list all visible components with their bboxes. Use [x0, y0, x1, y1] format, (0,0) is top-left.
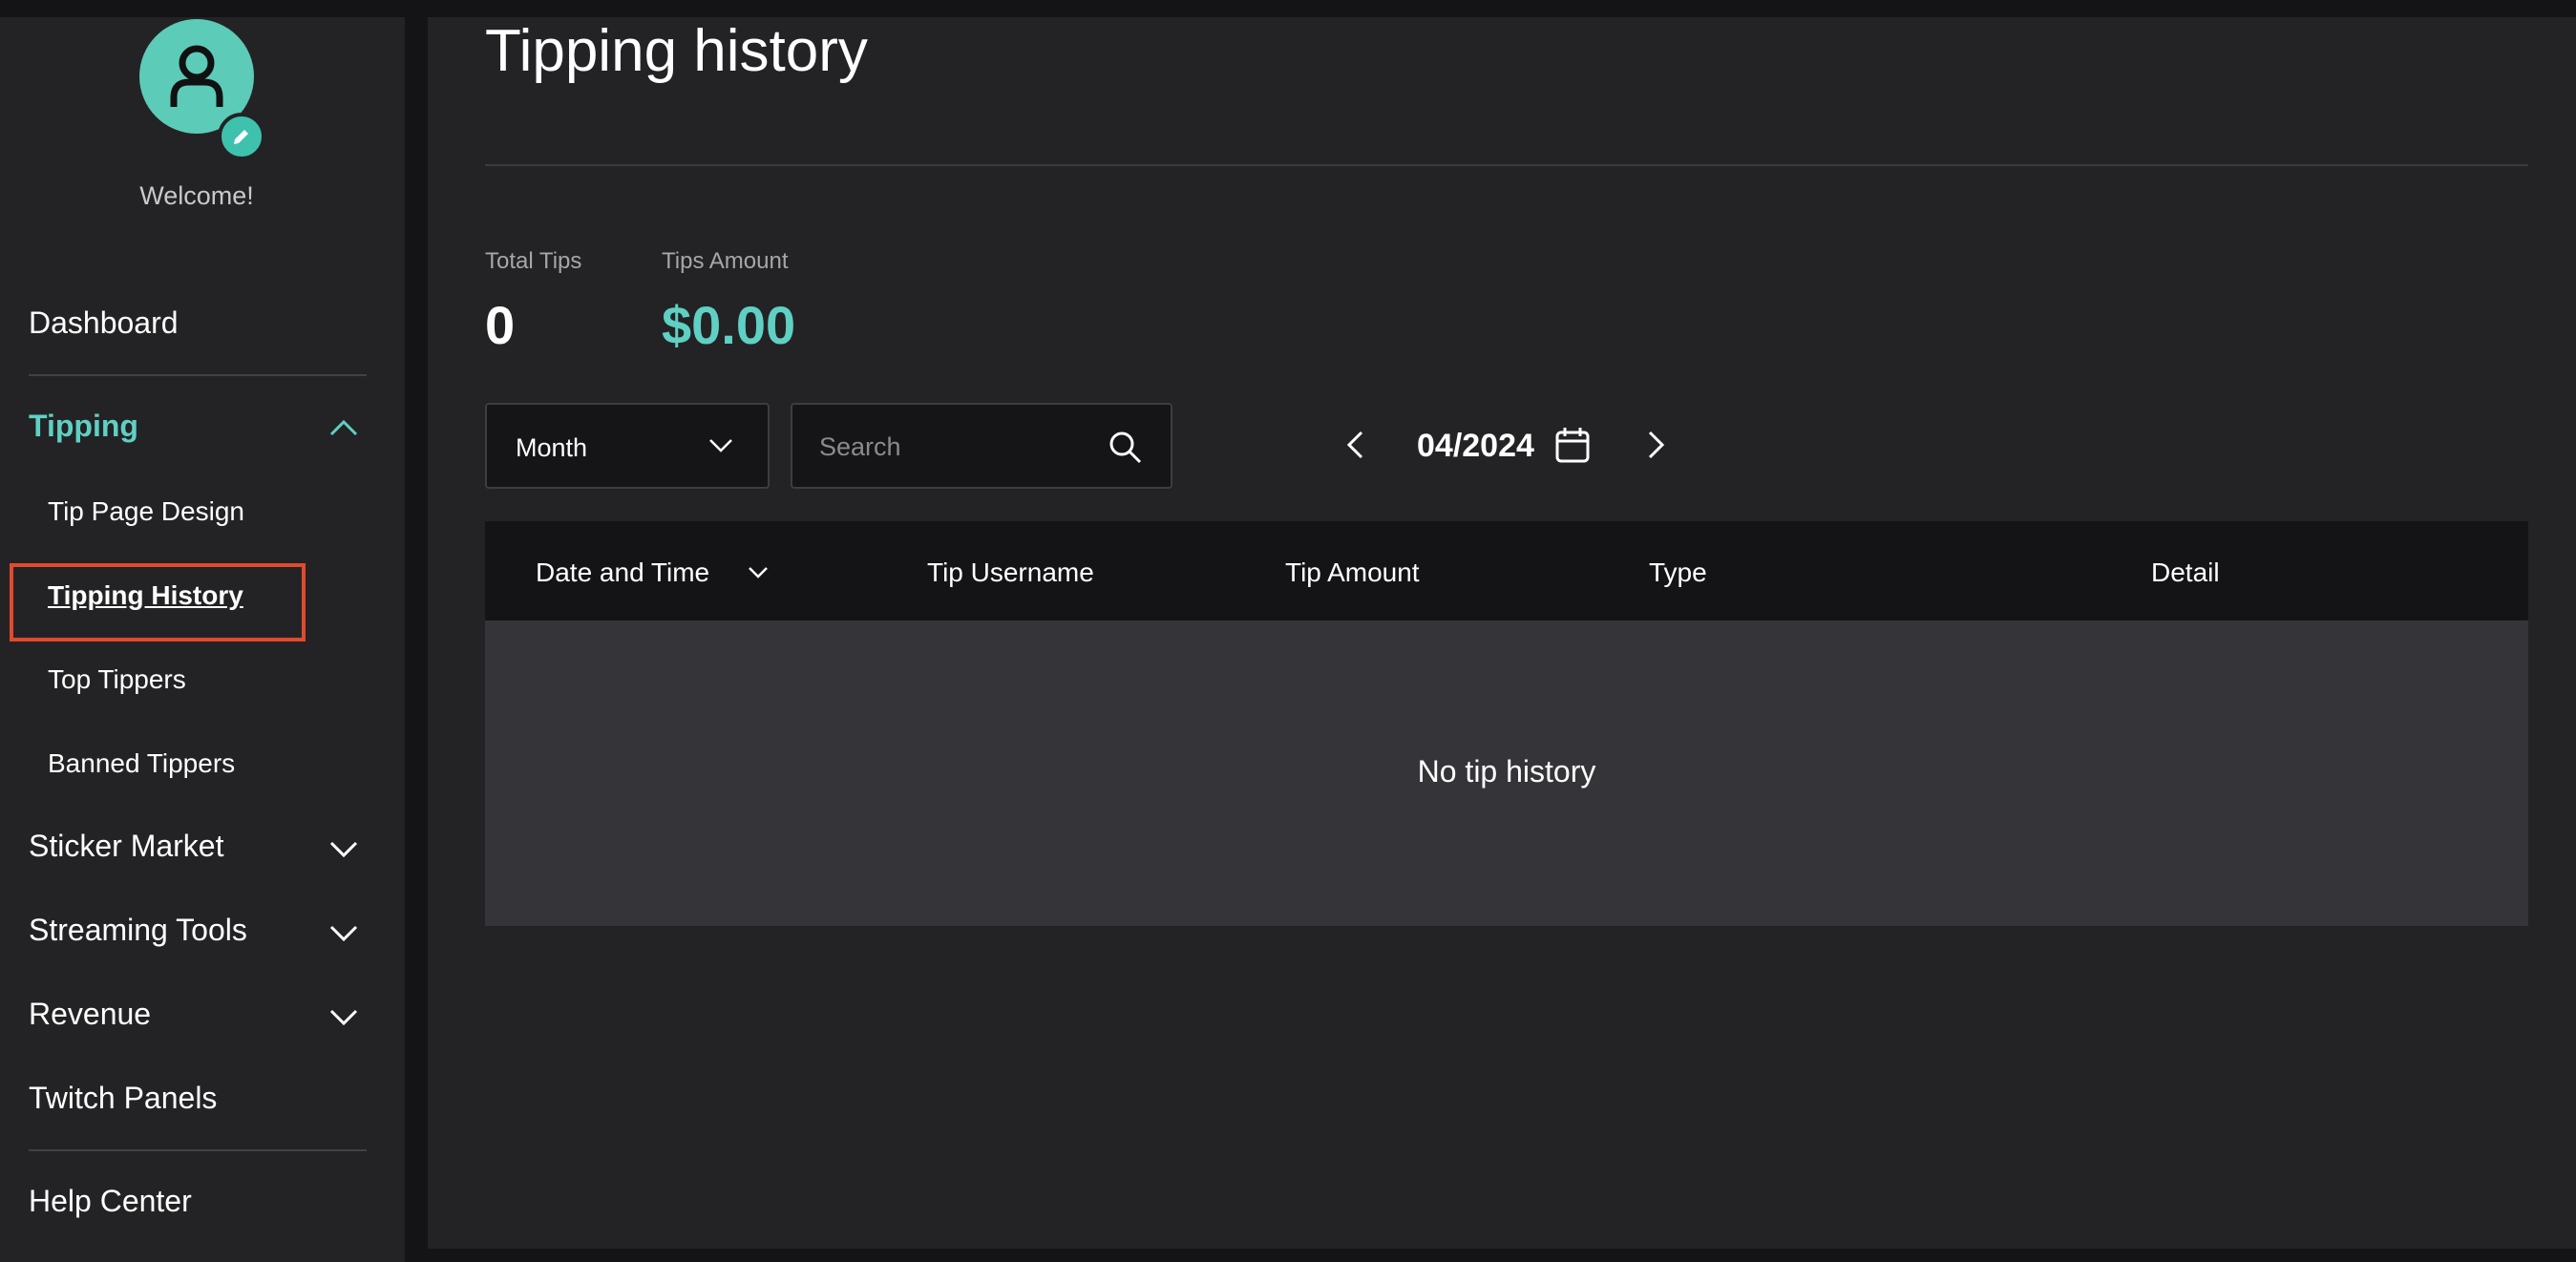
- sidebar-item-revenue[interactable]: Revenue: [29, 997, 151, 1032]
- divider: [29, 1149, 367, 1151]
- search-input[interactable]: [819, 426, 1106, 468]
- sidebar-item-help-center[interactable]: Help Center: [29, 1184, 192, 1219]
- edit-avatar-button[interactable]: [218, 113, 265, 160]
- main-panel: Tipping history Total Tips 0 Tips Amount…: [428, 17, 2576, 1249]
- divider: [29, 374, 367, 376]
- empty-state-message: No tip history: [1417, 754, 1596, 789]
- period-select-value: Month: [516, 433, 588, 462]
- calendar-icon[interactable]: [1554, 426, 1591, 464]
- chevron-down-icon: [709, 439, 732, 452]
- column-date-and-time[interactable]: Date and Time: [536, 557, 709, 588]
- table-body: No tip history: [485, 620, 2528, 926]
- chevron-down-icon[interactable]: [328, 924, 359, 943]
- sidebar-item-tipping[interactable]: Tipping: [29, 409, 138, 444]
- column-type: Type: [1649, 557, 1707, 587]
- sidebar-item-sticker-market[interactable]: Sticker Market: [29, 829, 223, 864]
- sidebar-item-tip-page-design[interactable]: Tip Page Design: [48, 496, 244, 527]
- column-tip-amount: Tip Amount: [1285, 557, 1420, 587]
- chevron-down-icon[interactable]: [328, 1008, 359, 1027]
- column-tip-username: Tip Username: [927, 557, 1094, 587]
- sidebar-item-dashboard[interactable]: Dashboard: [29, 305, 179, 341]
- sidebar-item-streaming-tools[interactable]: Streaming Tools: [29, 913, 247, 948]
- chevron-down-icon[interactable]: [748, 565, 769, 580]
- search-field[interactable]: [791, 403, 1172, 489]
- search-icon[interactable]: [1108, 430, 1144, 466]
- welcome-text: Welcome!: [139, 181, 254, 210]
- pencil-icon: [234, 130, 248, 144]
- current-date: 04/2024: [1417, 428, 1534, 464]
- sidebar: Welcome! Dashboard Tipping Tip Page Desi…: [0, 17, 405, 1262]
- chevron-up-icon[interactable]: [328, 418, 359, 437]
- sidebar-item-top-tippers[interactable]: Top Tippers: [48, 664, 186, 695]
- sidebar-item-twitch-panels[interactable]: Twitch Panels: [29, 1081, 217, 1116]
- tips-amount-value: $0.00: [662, 295, 796, 355]
- divider: [485, 164, 2528, 166]
- chevron-left-icon[interactable]: [1344, 430, 1365, 460]
- sidebar-item-tipping-history[interactable]: Tipping History: [48, 580, 243, 611]
- period-select[interactable]: Month: [485, 403, 770, 489]
- chevron-down-icon[interactable]: [328, 840, 359, 859]
- page-title: Tipping history: [485, 18, 868, 84]
- total-tips-label: Total Tips: [485, 248, 582, 274]
- sidebar-item-banned-tippers[interactable]: Banned Tippers: [48, 748, 235, 779]
- column-detail: Detail: [2151, 557, 2220, 587]
- chevron-right-icon[interactable]: [1646, 430, 1667, 460]
- tips-amount-label: Tips Amount: [662, 248, 789, 274]
- table-header: Date and Time Tip Username Tip Amount Ty…: [485, 521, 2528, 620]
- total-tips-value: 0: [485, 295, 516, 355]
- user-icon: [170, 45, 223, 107]
